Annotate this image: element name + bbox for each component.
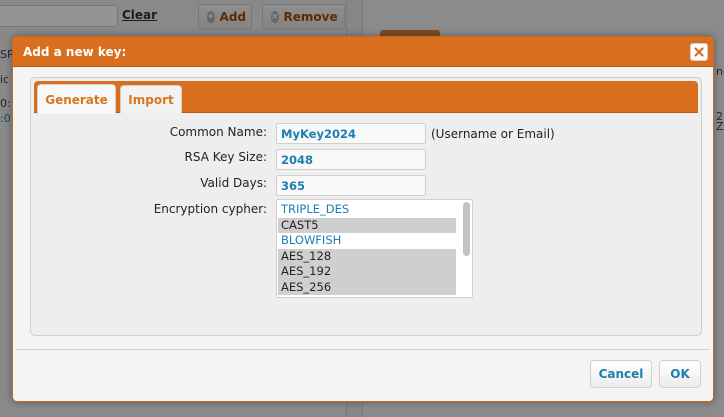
rsa-key-size-label: RSA Key Size:: [184, 150, 267, 164]
cypher-option-aes-128[interactable]: AES_128: [278, 248, 456, 264]
valid-days-label: Valid Days:: [200, 176, 267, 190]
common-name-label: Common Name:: [169, 125, 267, 139]
cypher-options: TRIPLE_DES CAST5 BLOWFISH AES_128 AES_19…: [277, 200, 472, 295]
tab-import[interactable]: Import: [120, 85, 182, 113]
cypher-option-blowfish[interactable]: BLOWFISH: [278, 233, 456, 249]
dialog-title: Add a new key:: [23, 44, 127, 59]
listbox-scrollbar[interactable]: [463, 202, 470, 295]
scrollbar-thumb[interactable]: [463, 202, 470, 256]
footer-divider: [16, 349, 710, 350]
cancel-button[interactable]: Cancel: [590, 360, 652, 388]
close-icon: [694, 47, 704, 57]
cypher-option-aes-192[interactable]: AES_192: [278, 264, 456, 280]
cypher-option-cast5[interactable]: CAST5: [278, 217, 456, 233]
dialog-titlebar: Add a new key:: [13, 37, 713, 67]
close-button[interactable]: [690, 43, 708, 61]
encryption-cypher-label: Encryption cypher:: [153, 202, 267, 216]
tab-bar: Generate Import: [34, 81, 698, 114]
cypher-option-aes-256[interactable]: AES_256: [278, 279, 456, 295]
valid-days-input[interactable]: [276, 175, 426, 196]
tab-generate[interactable]: Generate: [37, 84, 116, 114]
add-key-dialog: Add a new key: Generate Import Common Na…: [12, 36, 714, 402]
cypher-option-triple-des[interactable]: TRIPLE_DES: [278, 202, 456, 218]
encryption-cypher-listbox[interactable]: TRIPLE_DES CAST5 BLOWFISH AES_128 AES_19…: [276, 199, 473, 298]
rsa-key-size-input[interactable]: [276, 149, 426, 170]
tab-panel: Generate Import Common Name: (Username o…: [30, 77, 702, 336]
common-name-hint: (Username or Email): [431, 127, 555, 141]
ok-button[interactable]: OK: [659, 360, 701, 388]
common-name-input[interactable]: [276, 123, 426, 144]
